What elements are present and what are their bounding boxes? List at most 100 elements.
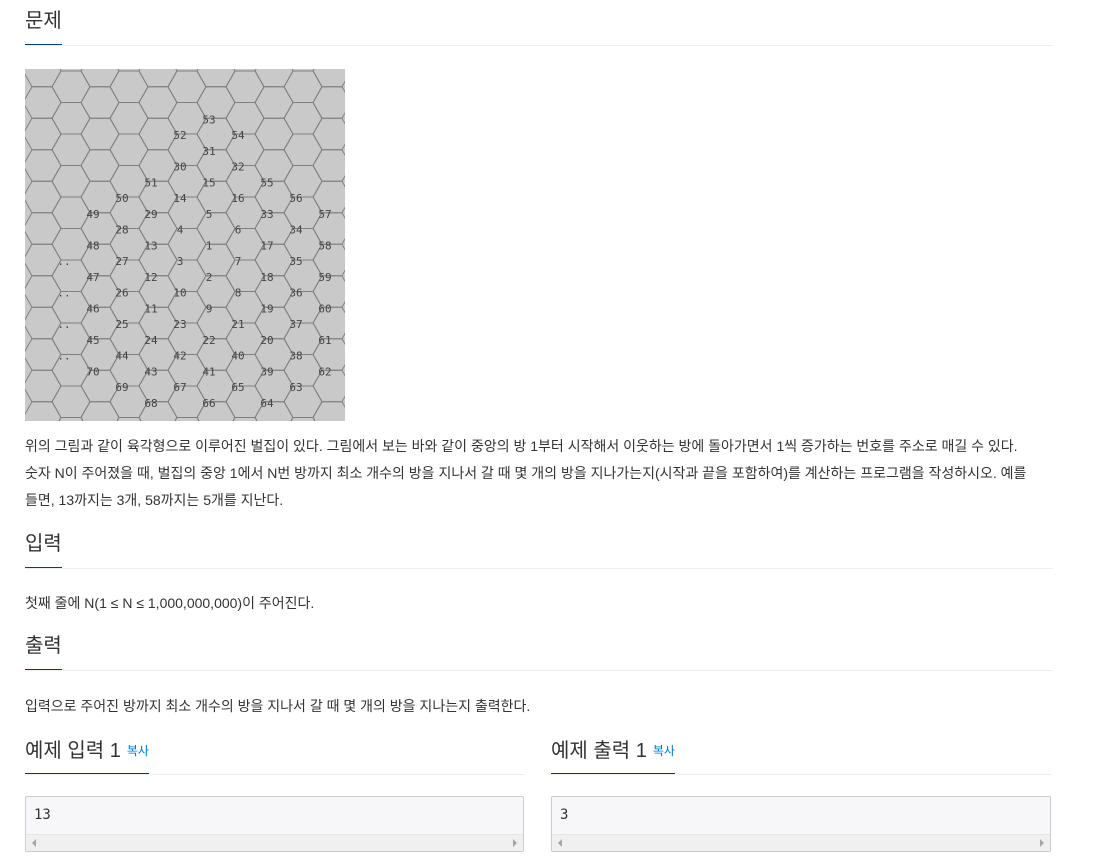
hex-room-label: 58 — [318, 239, 331, 252]
copy-output-button[interactable]: 복사 — [653, 744, 675, 758]
hex-room-label: 26 — [115, 287, 128, 300]
sample-output-value: 3 — [560, 807, 569, 823]
hex-cell — [225, 70, 265, 103]
hex-room-label: 53 — [202, 113, 215, 126]
sample-input-box[interactable]: 13 — [25, 796, 524, 852]
hex-room-label: 39 — [260, 365, 273, 378]
hex-room-label: 57 — [318, 208, 331, 221]
input-heading: 입력 — [25, 523, 62, 568]
hex-room-label: .. — [57, 287, 70, 300]
hex-cell — [283, 102, 323, 135]
input-description: 첫째 줄에 N(1 ≤ N ≤ 1,000,000,000)이 주어진다. — [25, 595, 315, 611]
hex-room-label: 9 — [206, 302, 213, 315]
hex-room-label: 6 — [235, 224, 242, 237]
hex-cell — [232, 417, 258, 421]
problem-description: 위의 그림과 같이 육각형으로 이루어진 벌집이 있다. 그림에서 보는 바와 … — [25, 433, 1065, 514]
hex-room-label: 13 — [144, 239, 157, 252]
scroll-right-icon[interactable] — [1040, 839, 1044, 847]
hex-cell — [25, 275, 62, 308]
hex-cell — [25, 117, 62, 151]
horizontal-scrollbar[interactable] — [26, 834, 523, 851]
hex-cell — [225, 259, 265, 292]
honeycomb-figure: 53 52 54 51 31 55 50 30 32 56 49 29 15 33 57 28 14 16 34 48… — [25, 69, 345, 421]
hex-room-label: 47 — [86, 271, 99, 284]
hex-cell — [25, 149, 62, 182]
sample-output-heading-bar: 예제 출력 1 복사 — [551, 728, 1051, 775]
hex-cell — [283, 70, 323, 103]
hex-room-label: 66 — [202, 397, 215, 410]
problem-line: 들면, 13까지는 3개, 58까지는 5개를 지난다. — [25, 492, 284, 508]
hex-cell — [254, 69, 294, 88]
hex-cell — [25, 212, 62, 245]
copy-input-button[interactable]: 복사 — [127, 744, 149, 758]
hex-room-label: 2 — [206, 271, 213, 284]
hex-cell — [25, 69, 62, 88]
scroll-left-icon[interactable] — [32, 839, 36, 847]
hex-room-label: 67 — [173, 381, 186, 394]
hex-cell — [138, 69, 178, 88]
hex-cell — [25, 306, 62, 340]
hex-cell — [196, 275, 236, 308]
sample-input-heading: 예제 입력 1 복사 — [25, 728, 149, 774]
scroll-right-icon[interactable] — [513, 839, 517, 847]
problem-page: 문제 53 52 54 51 31 55 50 30 32 56 49 29 15 33 57 28 14 16 3… — [0, 0, 1099, 868]
hex-room-label: 64 — [260, 397, 274, 410]
hex-room-label: 69 — [115, 381, 128, 394]
horizontal-scrollbar[interactable] — [552, 834, 1050, 851]
hex-room-label: 70 — [86, 365, 99, 378]
hex-room-label: 55 — [260, 176, 273, 189]
hex-room-label: 59 — [318, 271, 331, 284]
hex-room-label: 34 — [289, 224, 303, 237]
hex-cell — [80, 401, 120, 421]
hex-cell — [80, 117, 120, 151]
hex-room-label: 56 — [289, 192, 302, 205]
hex-room-label: 32 — [231, 161, 244, 174]
hex-cell — [25, 401, 62, 421]
hex-cell — [312, 149, 345, 182]
hex-room-label: 44 — [115, 350, 129, 363]
hex-room-label: 62 — [318, 365, 331, 378]
hex-room-label: 36 — [289, 287, 302, 300]
hex-cell — [51, 70, 91, 103]
hex-room-label: 68 — [144, 397, 157, 410]
hex-room-label: 24 — [144, 334, 158, 347]
hex-room-label: 65 — [231, 381, 244, 394]
scroll-left-icon[interactable] — [558, 839, 562, 847]
hex-cell — [51, 102, 91, 135]
hex-room-label: 31 — [202, 145, 215, 158]
hex-room-label: 63 — [289, 381, 302, 394]
hex-cell — [283, 133, 323, 166]
output-heading-bar: 출력 — [25, 625, 1053, 671]
hex-room-label: 35 — [289, 255, 302, 268]
hex-room-label: 42 — [173, 350, 186, 363]
hex-room-label: .. — [57, 350, 70, 363]
hex-room-label: 54 — [231, 129, 245, 142]
hex-cell — [80, 69, 120, 88]
hex-room-label: 28 — [115, 224, 128, 237]
hex-cell — [25, 243, 62, 277]
hex-room-label: 29 — [144, 208, 157, 221]
hex-cell — [109, 102, 149, 135]
hex-room-label: 21 — [231, 318, 244, 331]
sample-output-box[interactable]: 3 — [551, 796, 1051, 852]
hex-room-label: 45 — [86, 334, 99, 347]
hex-cell — [51, 385, 91, 418]
hex-room-label: 38 — [289, 350, 302, 363]
problem-line: 숫자 N이 주어졌을 때, 벌집의 중앙 1에서 N번 방까지 최소 개수의 방… — [25, 465, 1027, 481]
sample-output-title: 예제 출력 1 — [551, 740, 647, 762]
hex-room-label: 50 — [115, 192, 128, 205]
hex-cell — [254, 86, 294, 119]
hex-cell — [109, 70, 149, 103]
hex-room-label: 1 — [206, 239, 213, 252]
hex-room-label: 30 — [173, 161, 186, 174]
hex-cell — [51, 196, 91, 229]
hex-cell — [80, 86, 120, 119]
sample-input-value: 13 — [34, 807, 51, 823]
hex-cell — [25, 86, 62, 119]
hex-cell — [312, 69, 345, 88]
hex-cell — [58, 417, 84, 421]
problem-heading-bar: 문제 — [25, 0, 1053, 46]
problem-heading: 문제 — [25, 0, 62, 45]
input-heading-bar: 입력 — [25, 523, 1053, 569]
hex-room-label: 15 — [202, 176, 215, 189]
